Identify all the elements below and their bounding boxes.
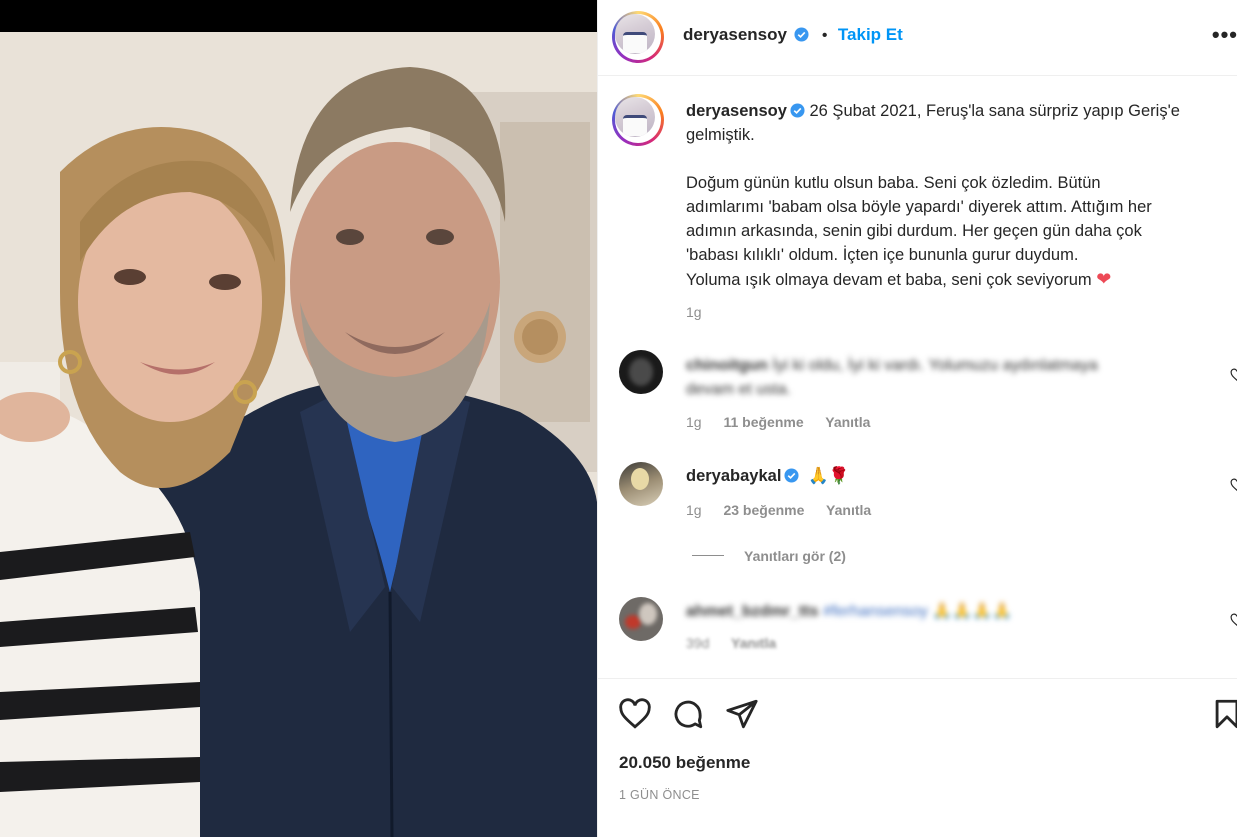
follow-button[interactable]: Takip Et [838,25,903,44]
caption-body-line: adımın arkasında, senin gibi durdum. Her… [686,222,1142,240]
post-photo-panel [0,0,597,837]
comment-meta: 1g 23 beğenme Yanıtla [686,502,889,518]
like-icon[interactable] [618,697,652,731]
comment-username[interactable]: ahmet_bzdmr_tts [686,603,818,620]
avatar[interactable] [612,11,664,63]
caption-age: 1g [686,304,702,320]
photo-top-bar [0,0,597,32]
comment-likes[interactable]: 11 beğenme [723,414,803,430]
verified-icon [790,103,805,118]
replies-divider [692,555,724,556]
view-replies-button[interactable]: Yanıtları gör (2) [744,548,846,564]
comment-likes[interactable]: 23 beğenme [723,502,804,518]
comment-text: deryabaykal 🙏🌹 [686,467,850,485]
caption-body-line: 'babası kılıklı' oldum. İçten içe bununl… [686,246,1079,264]
caption-username[interactable]: deryasensoy [686,102,787,120]
comment-meta: 39d Yanıtla [686,635,794,651]
caption-line-2: gelmiştik. [686,126,755,144]
caption-body-line: Doğum günün kutlu olsun baba. Seni çok ö… [686,174,1101,192]
reply-button[interactable]: Yanıtla [825,414,870,430]
likes-count[interactable]: 20.050 beğenme [619,753,750,773]
post-actions: 20.050 beğenme 1 GÜN ÖNCE [598,678,1237,837]
caption-avatar[interactable] [612,94,664,146]
header-user-row: deryasensoy • Takip Et [683,25,903,45]
caption-body-line: Yoluma ışık olmaya devam et baba, seni ç… [686,271,1092,289]
more-icon[interactable]: ••• [1212,22,1237,48]
post-side-panel: deryasensoy • Takip Et ••• deryasensoy 2… [597,0,1237,837]
follow-separator: • [821,27,828,44]
post-image-illustration [0,32,597,837]
comment-icon[interactable] [671,697,705,731]
share-icon[interactable] [725,697,759,731]
comment-like-icon[interactable] [1230,368,1237,382]
comment-meta: 1g 11 beğenme Yanıtla [686,414,888,430]
comment-like-icon[interactable] [1230,613,1237,627]
comment-age: 1g [686,502,702,518]
reply-button[interactable]: Yanıtla [826,502,871,518]
caption-text: deryasensoy 26 Şubat 2021, Feruş'la sana… [686,99,1231,324]
caption-body-line: adımlarımı 'babam olsa böyle yapardı' di… [686,198,1152,216]
comment-age: 1g [686,414,702,430]
comment-text: chinoitgun İyi ki oldu, İyi ki vardı. Yo… [686,357,1098,398]
post-header: deryasensoy • Takip Et ••• [598,0,1237,76]
heart-emoji: ❤ [1096,269,1112,289]
comment-avatar[interactable] [619,597,663,641]
header-username[interactable]: deryasensoy [683,25,787,44]
post-image[interactable] [0,32,597,837]
comment-like-icon[interactable] [1230,478,1237,492]
caption-line-1: 26 Şubat 2021, Feruş'la sana sürpriz yap… [809,102,1180,120]
reply-button[interactable]: Yanıtla [731,635,776,651]
comment-username[interactable]: deryabaykal [686,467,781,485]
save-icon[interactable] [1210,697,1237,731]
comment-text: ahmet_bzdmr_tts #ferhansensoy 🙏🙏🙏🙏 [686,603,1013,620]
comment-avatar[interactable] [619,350,663,394]
comment-avatar[interactable] [619,462,663,506]
verified-icon [784,468,799,483]
post-time: 1 GÜN ÖNCE [619,788,700,802]
comment-age: 39d [686,635,710,651]
comment-username[interactable]: chinoitgun [686,357,768,374]
verified-icon [794,27,809,42]
